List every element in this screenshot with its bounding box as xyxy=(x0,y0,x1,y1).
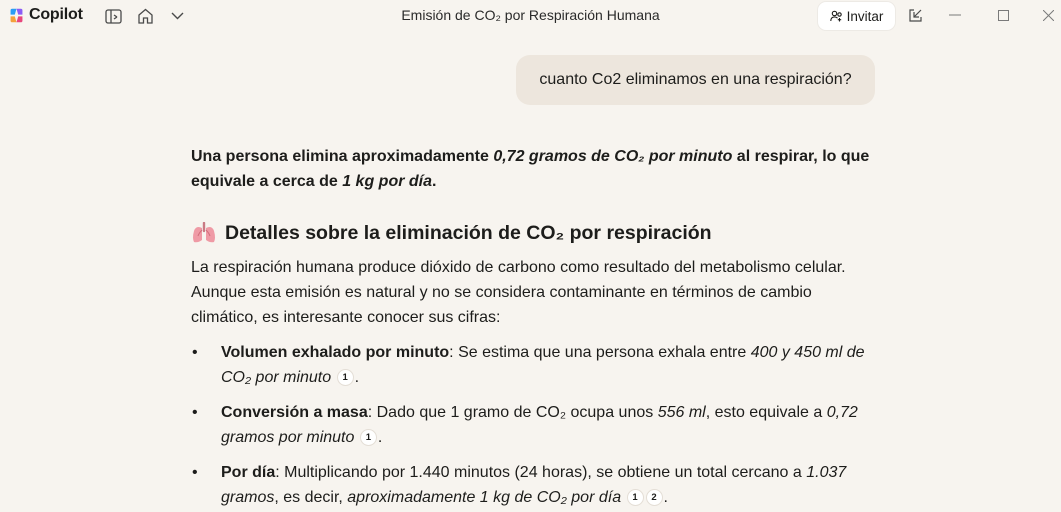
bullet-end: . xyxy=(663,489,668,506)
sidebar-toggle-icon[interactable] xyxy=(102,5,124,27)
add-people-icon xyxy=(829,10,842,22)
citation-badge[interactable]: 1 xyxy=(336,369,354,386)
section-heading: Detalles sobre la eliminación de CO₂ por… xyxy=(191,220,881,246)
bullet-end: . xyxy=(354,369,360,386)
bullet-text: : Dado que 1 gramo de CO₂ ocupa unos xyxy=(367,404,658,421)
popout-icon[interactable] xyxy=(903,4,927,26)
assistant-answer: Una persona elimina aproximadamente 0,72… xyxy=(191,144,881,512)
section-title: Detalles sobre la eliminación de CO₂ por… xyxy=(225,222,712,244)
minimize-icon[interactable] xyxy=(943,4,967,26)
list-item: Por día: Multiplicando por 1.440 minutos… xyxy=(191,460,881,510)
details-list: Volumen exhalado por minuto: Se estima q… xyxy=(191,340,881,510)
user-message-bubble: cuanto Co2 eliminamos en una respiración… xyxy=(516,55,875,105)
bullet-term: Volumen exhalado por minuto xyxy=(221,344,450,361)
list-item: Volumen exhalado por minuto: Se estima q… xyxy=(191,340,881,390)
bullet-text: , es decir, xyxy=(274,489,348,506)
citation-badge[interactable]: 2 xyxy=(645,489,663,506)
answer-lead: Una persona elimina aproximadamente 0,72… xyxy=(191,144,881,194)
close-icon[interactable] xyxy=(1036,4,1060,26)
bullet-emphasis: 556 ml xyxy=(657,404,706,421)
intro-paragraph: La respiración humana produce dióxido de… xyxy=(191,259,846,326)
copilot-brand[interactable]: Copilot xyxy=(8,4,83,26)
chevron-down-icon[interactable] xyxy=(166,5,188,27)
title-bar: Copilot Emisión de CO₂ por Respiración H… xyxy=(0,0,1061,32)
home-icon[interactable] xyxy=(134,5,156,27)
bullet-term: Conversión a masa xyxy=(221,404,368,421)
lead-emphasis: 0,72 gramos de CO₂ por minuto xyxy=(493,148,733,165)
bullet-text: , esto equivale a xyxy=(705,404,827,421)
citation-badge[interactable]: 1 xyxy=(626,489,644,506)
lead-text: Una persona elimina aproximadamente xyxy=(191,148,494,165)
bullet-term: Por día xyxy=(221,464,276,481)
citation-badge[interactable]: 1 xyxy=(359,429,377,446)
copilot-logo-icon xyxy=(10,8,23,22)
invite-label: Invitar xyxy=(846,8,884,24)
user-message-text: cuanto Co2 eliminamos en una respiración… xyxy=(539,71,852,88)
window-title: Emisión de CO₂ por Respiración Humana xyxy=(401,7,660,23)
invite-button[interactable]: Invitar xyxy=(818,2,895,30)
lead-emphasis: 1 kg por día xyxy=(342,173,432,190)
lungs-icon xyxy=(193,222,215,243)
maximize-icon[interactable] xyxy=(991,4,1015,26)
brand-name: Copilot xyxy=(29,6,83,23)
bullet-text: : Se estima que una persona exhala entre xyxy=(449,344,751,361)
lead-text: . xyxy=(432,173,437,190)
list-item: Conversión a masa: Dado que 1 gramo de C… xyxy=(191,400,881,450)
bullet-emphasis: aproximadamente 1 kg de CO₂ por día xyxy=(347,489,622,506)
bullet-end: . xyxy=(377,429,383,446)
bullet-text: : Multiplicando por 1.440 minutos (24 ho… xyxy=(275,464,807,481)
